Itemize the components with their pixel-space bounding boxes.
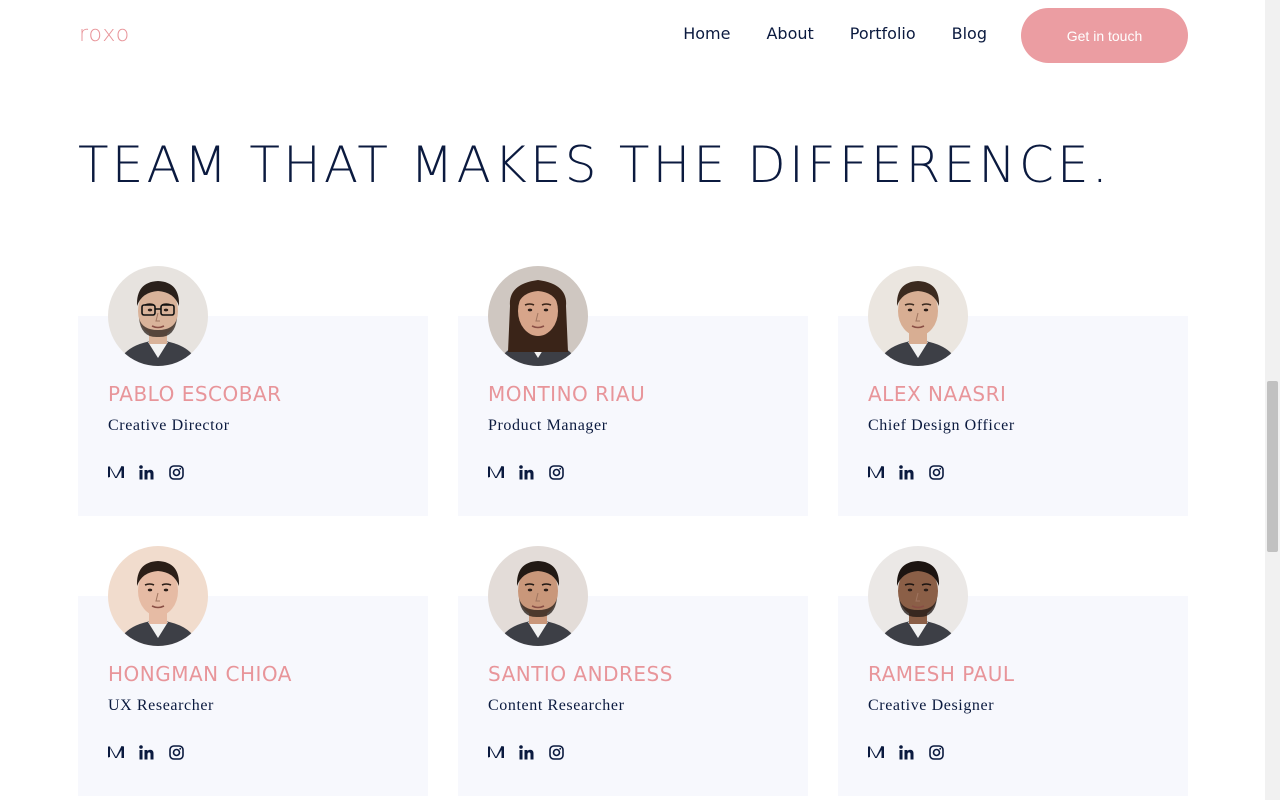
nav-blog[interactable]: Blog <box>952 24 987 43</box>
member-name: HONGMAN CHIOA <box>108 662 292 686</box>
team-card: MONTINO RIAU Product Manager <box>458 266 808 516</box>
social-links <box>108 464 184 480</box>
team-card: SANTIO ANDRESS Content Researcher <box>458 546 808 796</box>
social-links <box>868 744 944 760</box>
instagram-icon[interactable] <box>928 744 944 760</box>
team-card: HONGMAN CHIOA UX Researcher <box>78 546 428 796</box>
linkedin-icon[interactable] <box>898 744 914 760</box>
member-role: Creative Director <box>108 417 230 434</box>
nav-home[interactable]: Home <box>683 24 730 43</box>
social-links <box>868 464 944 480</box>
member-name: SANTIO ANDRESS <box>488 662 673 686</box>
member-role: UX Researcher <box>108 697 214 714</box>
instagram-icon[interactable] <box>168 744 184 760</box>
scrollbar-thumb[interactable] <box>1267 381 1278 552</box>
avatar <box>108 546 208 646</box>
nav-portfolio[interactable]: Portfolio <box>850 24 916 43</box>
member-role: Creative Designer <box>868 697 995 714</box>
nav-about[interactable]: About <box>766 24 813 43</box>
linkedin-icon[interactable] <box>138 744 154 760</box>
medium-icon[interactable] <box>488 464 504 480</box>
member-name: ALEX NAASRI <box>868 382 1007 406</box>
page-title: TEAM THAT MAKES THE DIFFERENCE. <box>78 136 1111 194</box>
avatar <box>488 546 588 646</box>
member-name: RAMESH PAUL <box>868 662 1015 686</box>
team-card: PABLO ESCOBAR Creative Director <box>78 266 428 516</box>
instagram-icon[interactable] <box>168 464 184 480</box>
medium-icon[interactable] <box>868 744 884 760</box>
member-role: Product Manager <box>488 417 608 434</box>
medium-icon[interactable] <box>488 744 504 760</box>
social-links <box>488 464 564 480</box>
site-header: roxo Home About Portfolio Blog Get in to… <box>0 0 1265 70</box>
member-name: MONTINO RIAU <box>488 382 646 406</box>
linkedin-icon[interactable] <box>898 464 914 480</box>
linkedin-icon[interactable] <box>138 464 154 480</box>
logo[interactable]: roxo <box>79 22 130 47</box>
team-card: ALEX NAASRI Chief Design Officer <box>838 266 1188 516</box>
medium-icon[interactable] <box>108 464 124 480</box>
social-links <box>488 744 564 760</box>
get-in-touch-button[interactable]: Get in touch <box>1021 8 1188 63</box>
social-links <box>108 744 184 760</box>
linkedin-icon[interactable] <box>518 744 534 760</box>
medium-icon[interactable] <box>868 464 884 480</box>
medium-icon[interactable] <box>108 744 124 760</box>
instagram-icon[interactable] <box>548 744 564 760</box>
avatar <box>488 266 588 366</box>
avatar <box>108 266 208 366</box>
member-role: Chief Design Officer <box>868 417 1015 434</box>
member-name: PABLO ESCOBAR <box>108 382 282 406</box>
main-nav: Home About Portfolio Blog <box>647 24 987 43</box>
instagram-icon[interactable] <box>548 464 564 480</box>
avatar <box>868 546 968 646</box>
team-card: RAMESH PAUL Creative Designer <box>838 546 1188 796</box>
member-role: Content Researcher <box>488 697 625 714</box>
linkedin-icon[interactable] <box>518 464 534 480</box>
avatar <box>868 266 968 366</box>
instagram-icon[interactable] <box>928 464 944 480</box>
